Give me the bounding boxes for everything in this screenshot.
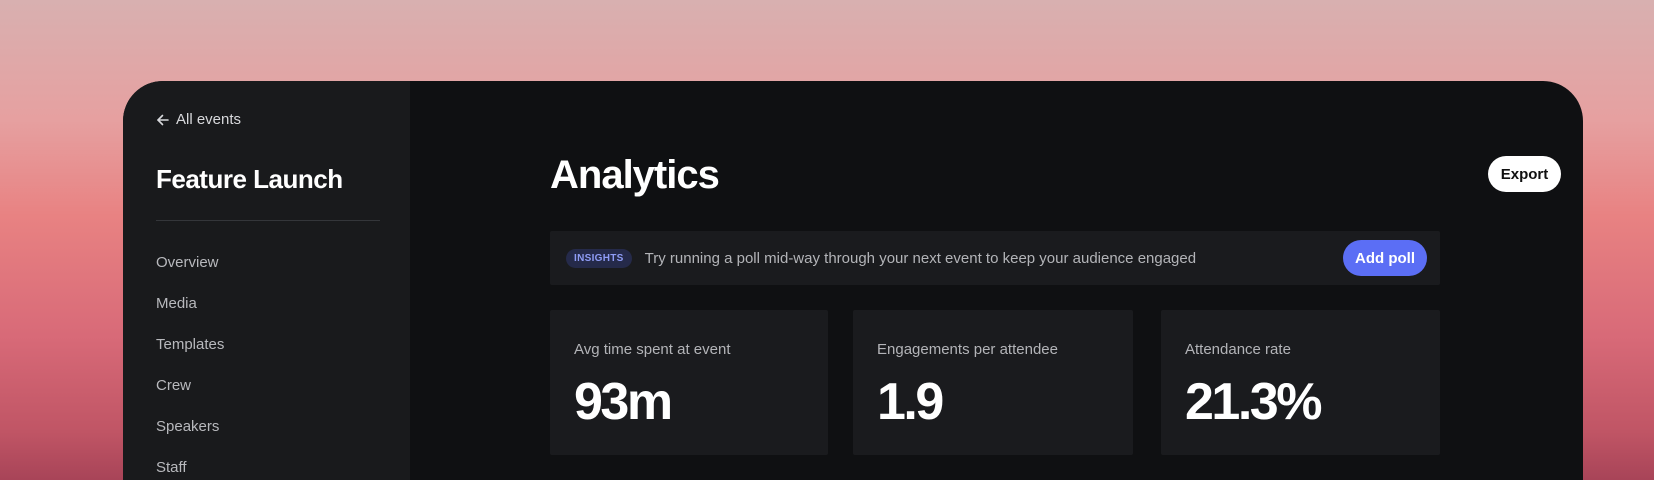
sidebar-nav: Overview Media Templates Crew Speakers S… bbox=[156, 253, 224, 480]
sidebar-item-crew[interactable]: Crew bbox=[156, 376, 224, 417]
sidebar-item-speakers[interactable]: Speakers bbox=[156, 417, 224, 458]
sidebar: All events Feature Launch Overview Media… bbox=[123, 81, 410, 480]
main-content: Analytics Export INSIGHTS Try running a … bbox=[410, 81, 1583, 480]
stat-card-engagements: Engagements per attendee 1.9 bbox=[853, 310, 1133, 455]
app-window: All events Feature Launch Overview Media… bbox=[123, 81, 1583, 480]
event-title: Feature Launch bbox=[156, 164, 343, 194]
add-poll-button[interactable]: Add poll bbox=[1343, 240, 1427, 276]
back-to-all-events-link[interactable]: All events bbox=[156, 111, 241, 128]
sidebar-item-media[interactable]: Media bbox=[156, 294, 224, 335]
sidebar-item-overview[interactable]: Overview bbox=[156, 253, 224, 294]
stat-value: 1.9 bbox=[877, 373, 944, 431]
insights-badge: INSIGHTS bbox=[566, 248, 632, 268]
sidebar-item-templates[interactable]: Templates bbox=[156, 335, 224, 376]
sidebar-divider bbox=[156, 220, 380, 221]
insights-text: Try running a poll mid-way through your … bbox=[644, 249, 1197, 267]
sidebar-item-staff[interactable]: Staff bbox=[156, 458, 224, 480]
stat-value: 93m bbox=[574, 373, 673, 431]
stat-value: 21.3% bbox=[1185, 373, 1322, 431]
stat-card-attendance-rate: Attendance rate 21.3% bbox=[1161, 310, 1440, 455]
back-link-label: All events bbox=[176, 111, 242, 128]
page-title: Analytics bbox=[550, 153, 720, 197]
arrow-left-icon bbox=[156, 113, 170, 127]
stat-label: Avg time spent at event bbox=[574, 341, 731, 358]
stat-label: Attendance rate bbox=[1185, 341, 1291, 358]
export-button[interactable]: Export bbox=[1488, 156, 1561, 192]
stat-label: Engagements per attendee bbox=[877, 341, 1058, 358]
stat-card-avg-time: Avg time spent at event 93m bbox=[550, 310, 828, 455]
insights-banner: INSIGHTS Try running a poll mid-way thro… bbox=[550, 231, 1440, 285]
